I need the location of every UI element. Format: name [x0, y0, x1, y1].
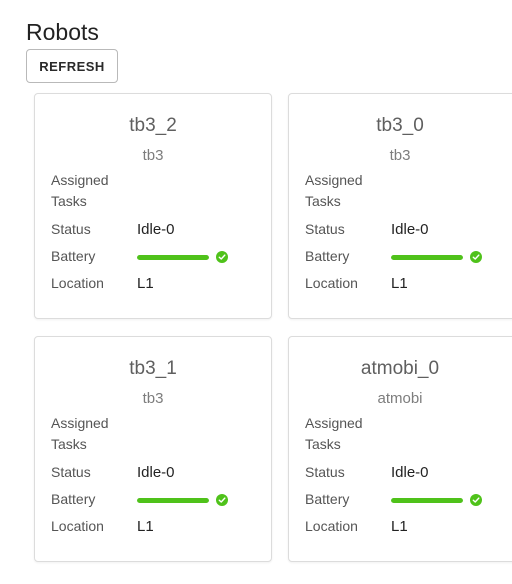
status-label: Status	[51, 221, 91, 237]
battery-bar	[391, 498, 463, 503]
assigned-tasks-label: Assigned Tasks	[305, 415, 363, 452]
location-label: Location	[305, 518, 358, 534]
assigned-tasks-label: Assigned Tasks	[51, 172, 109, 209]
check-circle-icon	[216, 251, 228, 263]
robot-name: tb3_1	[129, 358, 177, 379]
battery-fill	[137, 255, 209, 260]
location-value: L1	[137, 275, 154, 292]
robot-fleet: atmobi	[377, 390, 423, 407]
status-value: Idle-0	[137, 221, 175, 238]
battery-bar	[137, 255, 209, 260]
robot-name: atmobi_0	[360, 358, 440, 379]
refresh-button[interactable]: REFRESH	[26, 49, 118, 83]
status-value: Idle-0	[391, 464, 429, 481]
battery-fill	[137, 498, 209, 503]
robot-name: tb3_0	[376, 115, 424, 136]
robot-fleet: tb3	[142, 390, 164, 407]
check-mark-icon	[472, 254, 480, 260]
robots-page: Robots REFRESH tb3_2 tb3 Assigned Tasks …	[0, 0, 512, 584]
location-label: Location	[51, 275, 104, 291]
battery-bar	[391, 255, 463, 260]
status-value: Idle-0	[391, 221, 429, 238]
assigned-tasks-label: Assigned Tasks	[51, 415, 109, 452]
status-value: Idle-0	[137, 464, 175, 481]
check-circle-icon	[216, 494, 228, 506]
battery-bar	[137, 498, 209, 503]
battery-label: Battery	[305, 491, 350, 507]
location-value: L1	[391, 518, 408, 535]
location-label: Location	[305, 275, 358, 291]
robot-card: atmobi_0 atmobi Assigned Tasks Status Id…	[288, 336, 512, 562]
battery-label: Battery	[305, 248, 350, 264]
robot-card: tb3_2 tb3 Assigned Tasks Status Idle-0 B…	[34, 93, 272, 319]
battery-fill	[391, 498, 463, 503]
robot-fleet: tb3	[142, 147, 164, 164]
battery-fill	[391, 255, 463, 260]
robot-card: tb3_1 tb3 Assigned Tasks Status Idle-0 B…	[34, 336, 272, 562]
page-title: Robots	[26, 19, 99, 45]
location-value: L1	[137, 518, 154, 535]
status-label: Status	[51, 464, 91, 480]
check-mark-icon	[218, 497, 226, 503]
status-label: Status	[305, 221, 345, 237]
battery-label: Battery	[51, 248, 96, 264]
assigned-tasks-label: Assigned Tasks	[305, 172, 363, 209]
battery-label: Battery	[51, 491, 96, 507]
check-circle-icon	[470, 494, 482, 506]
status-label: Status	[305, 464, 345, 480]
check-mark-icon	[472, 497, 480, 503]
robot-card: tb3_0 tb3 Assigned Tasks Status Idle-0 B…	[288, 93, 512, 319]
check-circle-icon	[470, 251, 482, 263]
location-label: Location	[51, 518, 104, 534]
robot-name: tb3_2	[129, 115, 177, 136]
robot-fleet: tb3	[389, 147, 411, 164]
location-value: L1	[391, 275, 408, 292]
check-mark-icon	[218, 254, 226, 260]
